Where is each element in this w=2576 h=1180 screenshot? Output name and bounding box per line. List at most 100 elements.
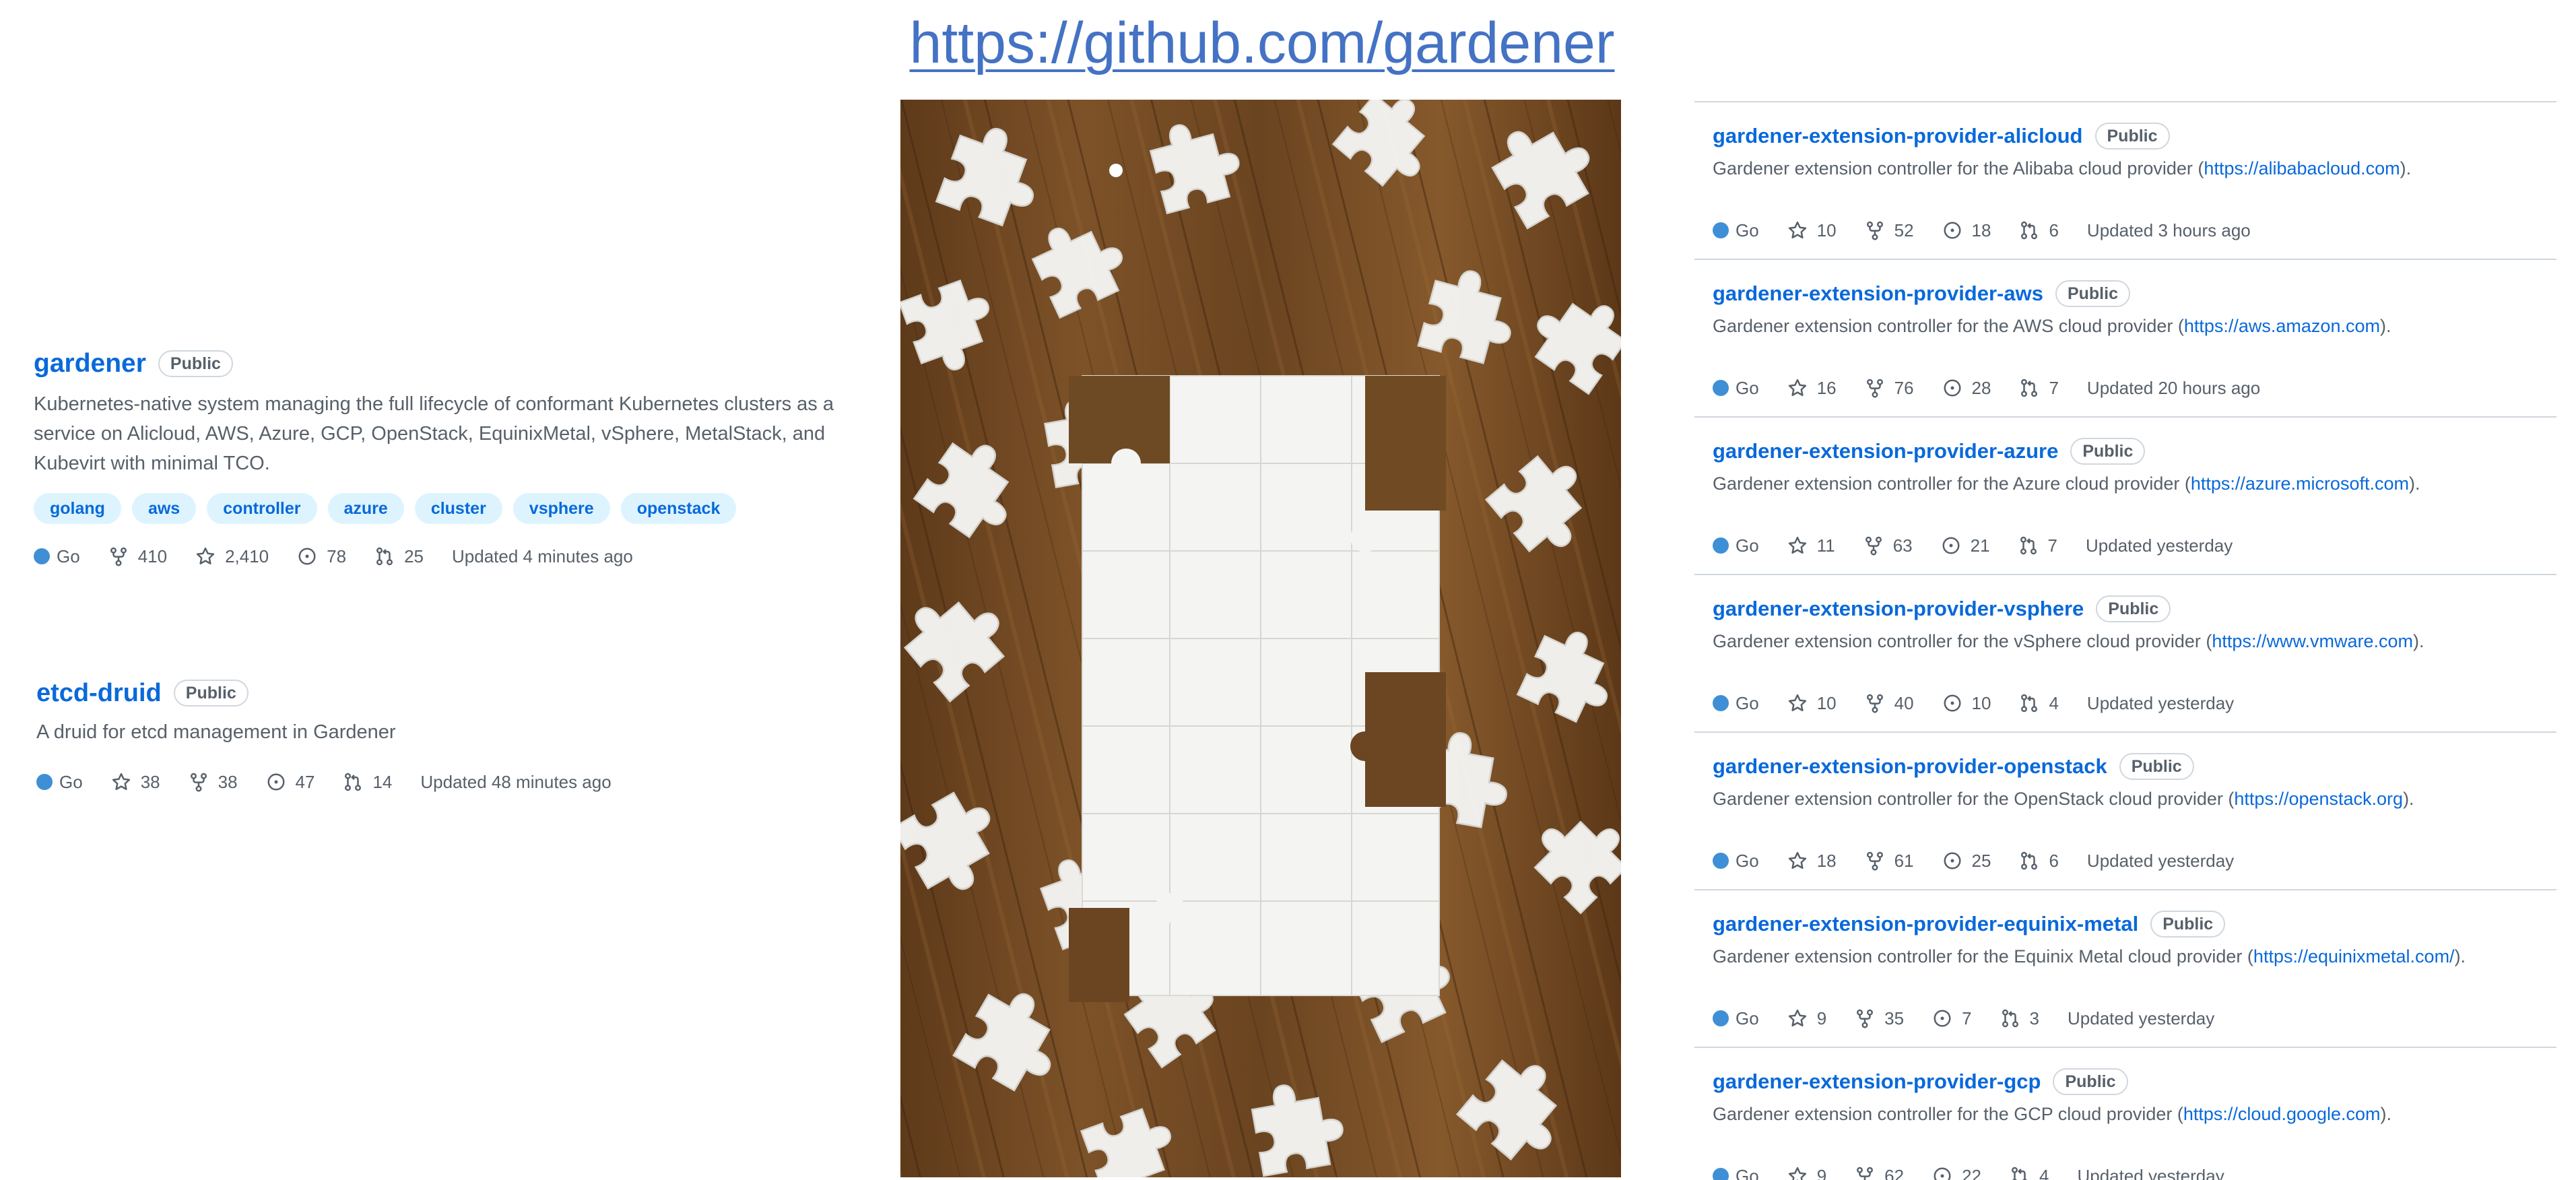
issues-count[interactable]: 21 [1941,532,1990,559]
language: Go [1713,1162,1759,1180]
forks-count[interactable]: 62 [1855,1162,1904,1180]
language-dot-icon [1713,1168,1729,1180]
repo-list-item: gardener-extension-provider-aws Public G… [1694,259,2556,416]
puzzle-pieces-image [900,100,1621,1177]
homepage-link[interactable]: https://openstack.org [2234,789,2403,809]
pull-requests-count[interactable]: 3 [2000,1005,2039,1032]
repo-list: gardener-extension-provider-alicloud Pub… [1694,101,2556,1180]
stars-count[interactable]: 11 [1787,532,1835,559]
repo-name-link[interactable]: gardener-extension-provider-azure [1713,439,2058,463]
updated-time: Updated yesterday [2068,1008,2215,1028]
repo-description: Gardener extension controller for the Eq… [1713,946,2466,966]
repo-list-item: gardener-extension-provider-azure Public… [1694,416,2556,574]
repo-name-link[interactable]: etcd-druid [36,679,162,708]
stars-count[interactable]: 9 [1787,1005,1826,1032]
homepage-link[interactable]: https://alibabacloud.com [2204,158,2400,178]
topic-tag[interactable]: azure [327,493,404,524]
repo-name-link[interactable]: gardener-extension-provider-aws [1713,282,2043,306]
repo-list-item: gardener-extension-provider-vsphere Publ… [1694,574,2556,731]
pull-requests-count[interactable]: 6 [2019,217,2059,244]
forks-count[interactable]: 38 [189,768,238,795]
issues-count[interactable]: 18 [1942,217,1991,244]
pull-request-icon [2021,221,2038,240]
issues-count[interactable]: 78 [297,543,346,570]
fork-icon [1857,1167,1874,1180]
forks-count[interactable]: 76 [1865,374,1914,401]
updated-time: Updated yesterday [2086,693,2235,713]
repo-name-link[interactable]: gardener-extension-provider-alicloud [1713,124,2083,148]
issues-count[interactable]: 47 [266,768,315,795]
fork-icon [1866,379,1883,398]
homepage-link[interactable]: https://equinixmetal.com/ [2253,946,2455,966]
pull-requests-count[interactable]: 14 [343,768,392,795]
topic-tag[interactable]: controller [207,493,317,524]
fork-icon [190,773,207,792]
pull-request-icon [2021,694,2038,713]
language-dot-icon [1713,695,1729,711]
repo-name-link[interactable]: gardener-extension-provider-equinix-meta… [1713,912,2138,936]
topic-tag[interactable]: aws [131,493,197,524]
issues-count[interactable]: 10 [1942,690,1991,717]
star-icon [196,547,215,564]
visibility-badge: Public [2150,911,2226,938]
homepage-link[interactable]: https://azure.microsoft.com [2191,473,2409,494]
repo-meta: Go 9 62 22 4 Updated yesterday [1713,1162,2253,1180]
repo-meta: Go 18 61 25 6 Updated yesterday [1713,847,2262,874]
issues-count[interactable]: 7 [1932,1005,1972,1032]
star-icon [1788,694,1806,711]
stars-count[interactable]: 10 [1787,217,1837,244]
repo-name-link[interactable]: gardener-extension-provider-vsphere [1713,597,2084,621]
forks-count[interactable]: 52 [1865,217,1914,244]
stars-count[interactable]: 9 [1787,1162,1826,1180]
topic-tag[interactable]: cluster [414,493,502,524]
language: Go [1713,847,1759,874]
language: Go [1713,374,1759,401]
pull-requests-count[interactable]: 6 [2019,847,2059,874]
stars-count[interactable]: 16 [1787,374,1837,401]
topic-tag[interactable]: golang [34,493,121,524]
pull-requests-count[interactable]: 4 [2019,690,2059,717]
puzzle-photo [900,100,1621,1177]
forks-count[interactable]: 40 [1865,690,1914,717]
visibility-badge: Public [158,350,233,377]
language: Go [1713,690,1759,717]
forks-count[interactable]: 35 [1855,1005,1904,1032]
repo-meta: Go 11 63 21 7 Updated yesterday [1713,532,2261,559]
topic-tag[interactable]: vsphere [513,493,610,524]
language: Go [34,543,80,570]
homepage-link[interactable]: https://www.vmware.com [2212,631,2413,651]
language-dot-icon [1713,222,1729,238]
homepage-link[interactable]: https://cloud.google.com [2183,1104,2381,1124]
language-dot-icon [36,774,53,790]
pull-requests-count[interactable]: 7 [2018,532,2057,559]
issues-count[interactable]: 25 [1942,847,1991,874]
stars-count[interactable]: 18 [1787,847,1837,874]
repo-description: Gardener extension controller for the AW… [1713,316,2391,336]
homepage-link[interactable]: https://aws.amazon.com [2184,316,2380,336]
stars-count[interactable]: 2,410 [195,543,269,570]
pull-request-icon [345,773,362,791]
issues-count[interactable]: 28 [1942,374,1991,401]
repo-description: Gardener extension controller for the vS… [1713,631,2424,651]
stars-count[interactable]: 10 [1787,690,1837,717]
stars-count[interactable]: 38 [111,768,160,795]
repo-name-link[interactable]: gardener-extension-provider-gcp [1713,1070,2041,1094]
pull-requests-count[interactable]: 25 [374,543,424,570]
issues-count[interactable]: 22 [1932,1162,1981,1180]
fork-icon [110,547,127,566]
repo-description: Gardener extension controller for the Az… [1713,473,2420,494]
forks-count[interactable]: 410 [108,543,167,570]
repo-meta: Go 16 76 28 7 Updated 20 hours ago [1713,374,2288,401]
page-title-link[interactable]: https://github.com/gardener [909,5,1616,81]
topic-tag[interactable]: openstack [620,493,737,524]
repo-name-link[interactable]: gardener-extension-provider-openstack [1713,754,2107,779]
forks-count[interactable]: 61 [1865,847,1914,874]
repo-description: Kubernetes-native system managing the fu… [34,393,834,474]
language: Go [1713,532,1759,559]
repo-name-link[interactable]: gardener [34,349,146,379]
pull-requests-count[interactable]: 7 [2019,374,2059,401]
language: Go [1713,217,1759,244]
pull-requests-count[interactable]: 4 [2010,1162,2049,1180]
star-icon [1788,379,1806,396]
forks-count[interactable]: 63 [1863,532,1913,559]
